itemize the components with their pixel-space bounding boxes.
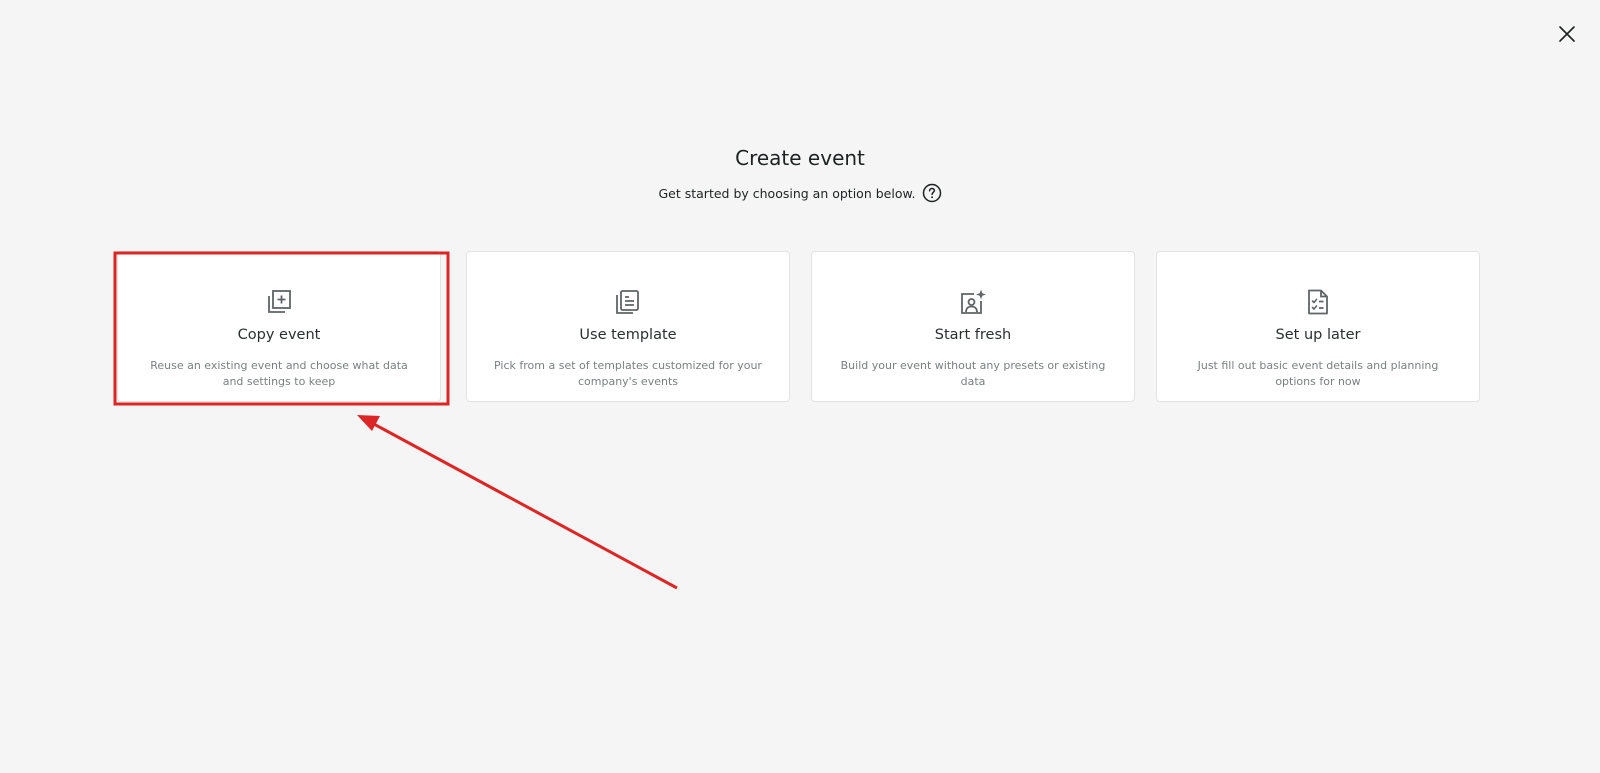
option-card-set-up-later[interactable]: Set up later Just fill out basic event d… <box>1156 251 1480 402</box>
card-description: Just fill out basic event details and pl… <box>1197 359 1439 388</box>
annotation-arrow-head <box>357 415 380 431</box>
option-card-start-fresh[interactable]: Start fresh Build your event without any… <box>811 251 1135 402</box>
checklist-document-icon <box>1308 289 1328 315</box>
page-subtitle: Get started by choosing an option below. <box>658 185 916 201</box>
option-card-copy-event[interactable]: Copy event Reuse an existing event and c… <box>117 251 441 402</box>
close-icon <box>1559 26 1575 42</box>
card-title: Use template <box>579 327 677 343</box>
card-description: Reuse an existing event and choose what … <box>150 359 408 388</box>
document-template-icon <box>616 290 639 314</box>
help-button[interactable] <box>922 183 942 203</box>
card-description: Build your event without any presets or … <box>840 359 1106 388</box>
user-sparkle-icon <box>961 289 986 314</box>
annotation-arrow-line <box>371 421 678 590</box>
card-title: Start fresh <box>934 327 1012 343</box>
page-title: Create event <box>735 146 865 170</box>
copy-plus-icon <box>268 290 291 313</box>
close-button[interactable] <box>1555 22 1579 46</box>
card-title: Copy event <box>237 327 321 343</box>
subtitle-row: Get started by choosing an option below. <box>0 183 1600 203</box>
card-title: Set up later <box>1275 327 1361 343</box>
question-circle-icon <box>922 183 941 203</box>
create-event-page: Create event Get started by choosing an … <box>0 0 1600 773</box>
option-card-use-template[interactable]: Use template Pick from a set of template… <box>466 251 790 402</box>
card-description: Pick from a set of templates customized … <box>494 359 762 388</box>
dialog-header: Create event Get started by choosing an … <box>0 145 1600 203</box>
